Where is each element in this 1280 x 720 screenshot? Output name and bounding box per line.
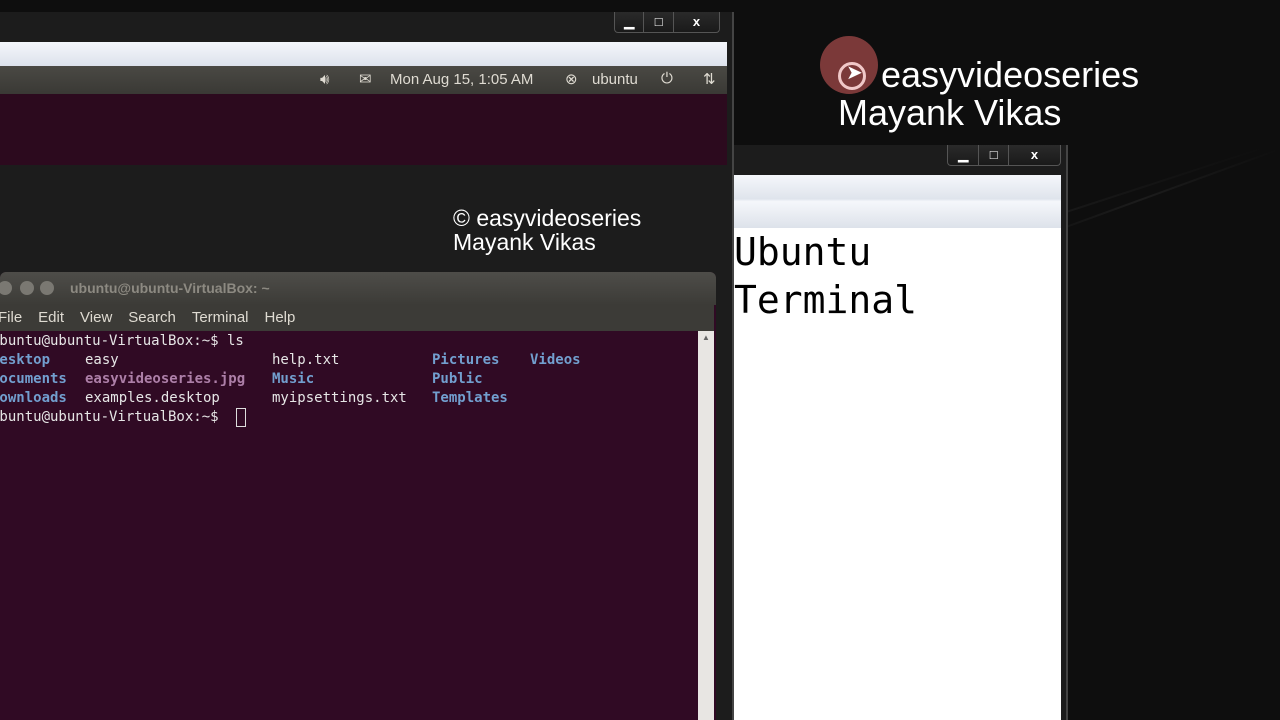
- brand-line2: Mayank Vikas: [838, 91, 1062, 133]
- prompt: ubuntu@ubuntu-VirtualBox:~$: [0, 409, 219, 425]
- notes-body[interactable]: Ubuntu Terminal: [734, 228, 1061, 720]
- entry-file: help.txt: [272, 352, 340, 368]
- menu-file[interactable]: File: [0, 309, 22, 326]
- terminal-scrollbar[interactable]: ▲: [698, 331, 714, 720]
- network-icon[interactable]: ⇅: [703, 70, 716, 88]
- minimize-button[interactable]: ▁: [948, 145, 980, 165]
- menu-help[interactable]: Help: [265, 309, 296, 326]
- menu-edit[interactable]: Edit: [38, 309, 64, 326]
- watermark-line1: © easyvideoseries: [453, 205, 642, 231]
- entry-image: easyvideoseries.jpg: [85, 371, 246, 387]
- close-button[interactable]: x: [674, 12, 719, 32]
- minimize-icon[interactable]: [20, 281, 34, 295]
- terminal-menubar: File Edit View Search Terminal Help: [0, 305, 714, 331]
- close-button[interactable]: x: [1009, 145, 1060, 165]
- vm-toolbar: [0, 42, 727, 66]
- power-icon[interactable]: ⏻: [661, 70, 673, 87]
- user-name[interactable]: ubuntu: [592, 71, 638, 88]
- minimize-button[interactable]: ▁: [615, 12, 645, 32]
- entry-dir: easy: [85, 352, 119, 368]
- notes-line1: Ubuntu: [734, 230, 872, 274]
- entry-dir: Templates: [432, 390, 508, 406]
- maximize-button[interactable]: □: [644, 12, 674, 32]
- entry-file: myipsettings.txt: [272, 390, 407, 406]
- entry-dir: Pictures: [432, 352, 500, 368]
- entry-file: examples.desktop: [85, 390, 220, 406]
- terminal-title: ubuntu@ubuntu-VirtualBox: ~: [70, 280, 270, 296]
- entry-dir: Videos: [530, 352, 581, 368]
- menu-view[interactable]: View: [80, 309, 112, 326]
- maximize-icon[interactable]: [40, 281, 54, 295]
- purple-strip: [0, 94, 727, 165]
- user-status-icon[interactable]: ⊗: [565, 70, 578, 88]
- entry-dir: Downloads: [0, 390, 67, 406]
- cursor: [236, 408, 246, 427]
- desktop-watermark: © easyvideoseries Mayank Vikas: [453, 206, 641, 254]
- notes-window-controls: ▁ □ x: [947, 145, 1061, 166]
- close-icon[interactable]: [0, 281, 12, 295]
- notes-toolbar: [734, 175, 1061, 228]
- vm-window-controls: ▁ □ x: [614, 12, 720, 33]
- terminal-titlebar: ubuntu@ubuntu-VirtualBox: ~: [0, 272, 716, 305]
- mail-icon[interactable]: ✉: [359, 70, 372, 88]
- entry-dir: Public: [432, 371, 483, 387]
- entry-dir: Desktop: [0, 352, 51, 368]
- entry-dir: Music: [272, 371, 315, 387]
- entry-dir: Documents: [0, 371, 67, 387]
- brand-watermark: easyvideoseries Mayank Vikas: [838, 56, 1139, 132]
- ubuntu-top-panel: 🔊︎ ✉ Mon Aug 15, 1:05 AM ⊗ ubuntu ⏻ ⇅: [0, 66, 727, 94]
- clock[interactable]: Mon Aug 15, 1:05 AM: [390, 71, 533, 88]
- menu-search[interactable]: Search: [128, 309, 176, 326]
- notes-line2: Terminal: [734, 278, 918, 322]
- notes-window: ▁ □ x Ubuntu Terminal: [734, 145, 1068, 720]
- terminal-window: ubuntu@ubuntu-VirtualBox: ~ File Edit View…: [0, 272, 716, 720]
- menu-terminal[interactable]: Terminal: [192, 309, 249, 326]
- volume-icon[interactable]: 🔊︎: [320, 71, 329, 88]
- prompt-command: ubuntu@ubuntu-VirtualBox:~$ ls: [0, 333, 244, 349]
- brand-line1: easyvideoseries: [881, 54, 1140, 95]
- maximize-button[interactable]: □: [979, 145, 1009, 165]
- watermark-line2: Mayank Vikas: [453, 229, 596, 256]
